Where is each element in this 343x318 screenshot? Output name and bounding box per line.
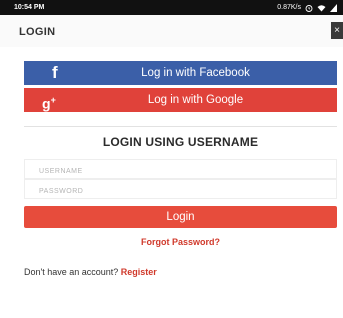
password-field[interactable] — [24, 179, 337, 201]
register-prompt: Don't have an account? Register — [24, 267, 157, 277]
register-link[interactable]: Register — [121, 267, 157, 277]
status-bar: 10:54 PM 0.87K/s — [0, 0, 343, 15]
username-field[interactable] — [24, 159, 337, 181]
forgot-password-link[interactable]: Forgot Password? — [24, 237, 337, 247]
google-login-label: Log in with Google — [147, 94, 244, 106]
google-login-button[interactable]: g+ Log in with Google — [24, 88, 337, 112]
register-prompt-text: Don't have an account? — [24, 267, 121, 277]
username-input[interactable] — [25, 162, 336, 181]
signal-icon — [330, 3, 337, 12]
status-time: 10:54 PM — [14, 4, 45, 11]
login-button[interactable]: Login — [24, 206, 337, 228]
login-header: LOGIN × — [0, 15, 343, 47]
section-title: LOGIN USING USERNAME — [102, 135, 259, 149]
facebook-login-label: Log in with Facebook — [141, 67, 250, 79]
network-speed: 0.87K/s — [277, 4, 301, 11]
wifi-icon — [317, 4, 326, 11]
password-input[interactable] — [25, 182, 336, 201]
facebook-login-button[interactable]: f Log in with Facebook — [24, 61, 337, 85]
close-button[interactable]: × — [331, 22, 343, 39]
close-icon: × — [334, 25, 340, 36]
divider — [24, 126, 337, 127]
alarm-icon — [305, 4, 313, 12]
page-title: LOGIN — [19, 26, 56, 38]
status-icons: 0.87K/s — [277, 0, 337, 15]
